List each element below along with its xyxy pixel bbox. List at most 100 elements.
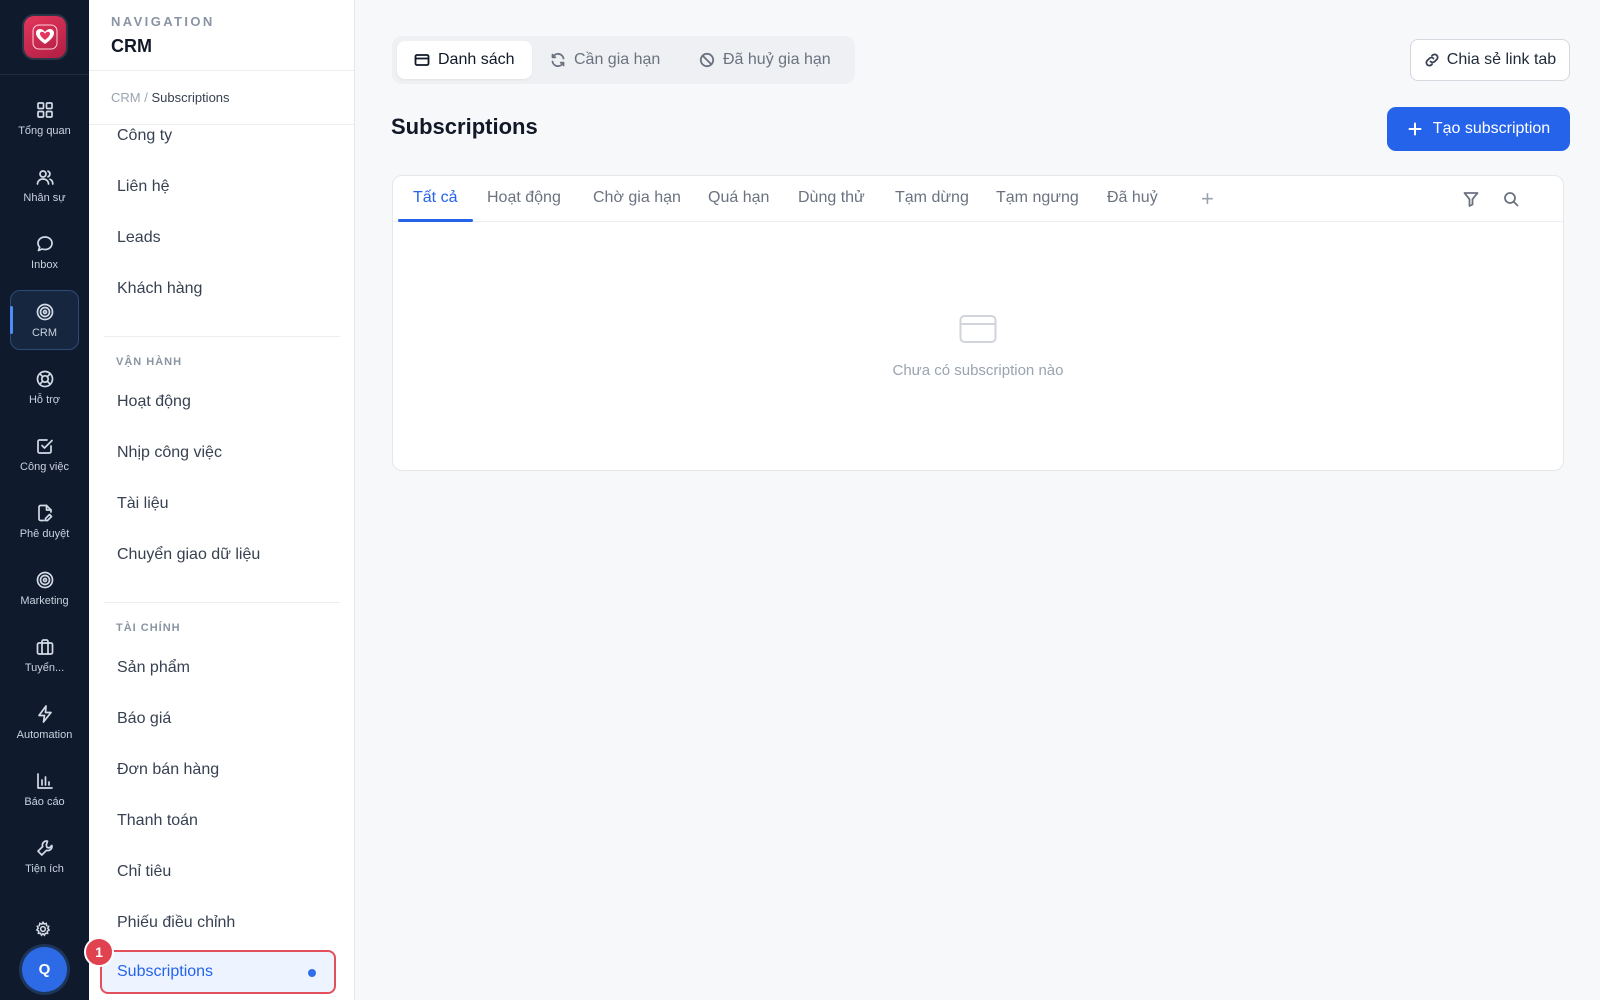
nav-section-divider xyxy=(104,336,340,337)
rail-item-nhan-su[interactable]: Nhân sự xyxy=(10,155,79,215)
heart-logo-icon xyxy=(32,24,58,50)
rail-item-label: Báo cáo xyxy=(24,795,65,808)
rail-item-automation[interactable]: Automation xyxy=(10,692,79,752)
status-tabs: Tất cả Hoạt động Chờ gia hạn Quá hạn Dùn… xyxy=(393,176,1563,222)
nav-item-phieu-dieu-chinh[interactable]: Phiếu điều chỉnh xyxy=(117,914,235,932)
create-subscription-button[interactable]: Tạo subscription xyxy=(1387,107,1570,151)
breadcrumb-separator: / xyxy=(144,90,148,105)
briefcase-icon xyxy=(36,638,53,655)
view-tab-label: Danh sách xyxy=(438,51,515,68)
rail-item-cong-viec[interactable]: Công việc xyxy=(10,424,79,484)
nav-title: CRM xyxy=(111,36,152,56)
nav-item-chi-tieu[interactable]: Chỉ tiêu xyxy=(117,863,171,881)
rail-item-tien-ich[interactable]: Tiện ích xyxy=(10,826,79,886)
tab-tam-ngung[interactable]: Tạm ngưng xyxy=(996,189,1079,207)
tab-tam-dung[interactable]: Tạm dừng xyxy=(895,189,969,207)
nav-item-don-ban-hang[interactable]: Đơn bán hàng xyxy=(117,761,219,779)
active-tab-underline xyxy=(398,219,473,222)
nav-item-subscriptions[interactable]: Subscriptions xyxy=(100,950,336,994)
rail-item-label: Automation xyxy=(16,728,73,741)
nav-item-leads[interactable]: Leads xyxy=(117,229,161,247)
share-link-tab-label: Chia sẻ link tab xyxy=(1446,51,1557,68)
link-icon xyxy=(1425,53,1439,67)
rail-item-tong-quan[interactable]: Tổng quan xyxy=(10,88,79,148)
filter-icon xyxy=(1463,192,1479,207)
create-subscription-label: Tạo subscription xyxy=(1432,120,1551,137)
add-tab-button[interactable]: + xyxy=(1201,186,1214,212)
view-tab-can-gia-han[interactable]: Cần gia hạn xyxy=(533,41,677,79)
rail-item-phe-duyet[interactable]: Phê duyệt xyxy=(10,491,79,551)
nav-item-khach-hang[interactable]: Khách hàng xyxy=(117,280,202,298)
nav-item-bao-gia[interactable]: Báo giá xyxy=(117,710,171,728)
nav-item-cong-ty[interactable]: Công ty xyxy=(117,127,172,145)
nav-item-tai-lieu[interactable]: Tài liệu xyxy=(117,495,169,513)
nav-item-thanh-toan[interactable]: Thanh toán xyxy=(117,812,198,830)
wrench-icon xyxy=(36,839,53,856)
file-edit-icon xyxy=(37,504,52,521)
check-square-icon xyxy=(36,438,53,454)
nav-item-label: Subscriptions xyxy=(117,963,214,980)
rail-item-label: Nhân sự xyxy=(23,191,66,204)
app-logo[interactable] xyxy=(24,16,66,58)
nav-section-van-hanh: VẬN HÀNH xyxy=(116,356,183,368)
breadcrumb-divider xyxy=(89,124,354,125)
step-badge: 1 xyxy=(84,937,114,967)
nav-panel: NAVIGATION CRM CRM / Subscriptions Công … xyxy=(89,0,355,1000)
view-tab-label: Cần gia hạn xyxy=(574,51,661,68)
tab-dung-thu[interactable]: Dùng thử xyxy=(798,189,865,207)
nav-item-chuyen-giao-du-lieu[interactable]: Chuyển giao dữ liệu xyxy=(117,546,260,564)
rail-item-inbox[interactable]: Inbox xyxy=(10,222,79,282)
filter-button[interactable] xyxy=(1462,190,1480,208)
nav-item-nhip-cong-viec[interactable]: Nhịp công việc xyxy=(117,444,222,462)
refresh-icon xyxy=(551,53,565,67)
users-icon xyxy=(36,169,54,185)
nav-item-san-pham[interactable]: Sản phẩm xyxy=(117,659,190,677)
active-indicator-dot xyxy=(308,969,316,977)
credit-card-icon xyxy=(959,315,997,343)
rail-item-crm[interactable]: CRM xyxy=(10,290,79,350)
bar-chart-icon xyxy=(36,772,53,789)
tab-cho-gia-han[interactable]: Chờ gia hạn xyxy=(593,189,681,207)
view-tab-label: Đã huỷ gia hạn xyxy=(723,51,831,68)
nav-header-divider xyxy=(89,70,354,71)
rail-item-marketing[interactable]: Marketing xyxy=(10,558,79,618)
rail-item-bao-cao[interactable]: Báo cáo xyxy=(10,759,79,819)
rail-item-ho-tro[interactable]: Hỗ trợ xyxy=(10,357,79,417)
rail-item-label: Hỗ trợ xyxy=(28,393,61,406)
rail-item-label: Tổng quan xyxy=(18,124,71,137)
view-tab-da-huy-gia-han[interactable]: Đã huỷ gia hạn xyxy=(682,41,848,79)
page-title: Subscriptions xyxy=(391,114,538,139)
empty-state-text: Chưa có subscription nào xyxy=(892,362,1064,379)
nav-item-hoat-dong[interactable]: Hoạt động xyxy=(117,393,191,411)
view-tab-danh-sach[interactable]: Danh sách xyxy=(397,41,532,79)
nav-item-lien-he[interactable]: Liên hệ xyxy=(117,178,170,196)
rail-item-label: Marketing xyxy=(20,594,69,607)
gear-icon xyxy=(35,920,51,937)
rail-item-tuyen-dung[interactable]: Tuyển... xyxy=(10,625,79,685)
target-icon xyxy=(36,571,53,588)
breadcrumb-root[interactable]: CRM xyxy=(111,90,141,105)
rail-item-label: Tiện ích xyxy=(25,862,64,875)
grid-icon xyxy=(36,101,53,118)
empty-state-icon xyxy=(959,314,997,344)
tab-hoat-dong[interactable]: Hoạt động xyxy=(487,189,561,207)
rail-settings[interactable] xyxy=(34,920,54,940)
rail-item-label: CRM xyxy=(31,326,58,339)
rail-item-label: Tuyển... xyxy=(24,661,65,674)
share-link-tab-button[interactable]: Chia sẻ link tab xyxy=(1410,39,1570,81)
user-avatar[interactable]: Q xyxy=(22,947,67,992)
view-switcher: Danh sách Cần gia hạn Đã huỷ gia hạn xyxy=(392,36,855,84)
tab-da-huy[interactable]: Đã huỷ xyxy=(1107,189,1158,207)
lightning-icon xyxy=(37,704,52,723)
rail-item-label: Phê duyệt xyxy=(19,527,70,540)
subscriptions-card: Tất cả Hoạt động Chờ gia hạn Quá hạn Dùn… xyxy=(392,175,1564,471)
rail-item-label: Inbox xyxy=(31,258,58,271)
plus-icon xyxy=(1408,122,1422,136)
search-button[interactable] xyxy=(1502,190,1520,208)
tab-tat-ca[interactable]: Tất cả xyxy=(413,189,457,207)
breadcrumb: CRM / Subscriptions xyxy=(111,90,230,105)
lifebuoy-icon xyxy=(36,370,53,387)
rail-item-label: Công việc xyxy=(20,460,69,473)
target-icon xyxy=(36,303,53,320)
tab-qua-han[interactable]: Quá hạn xyxy=(708,189,769,207)
